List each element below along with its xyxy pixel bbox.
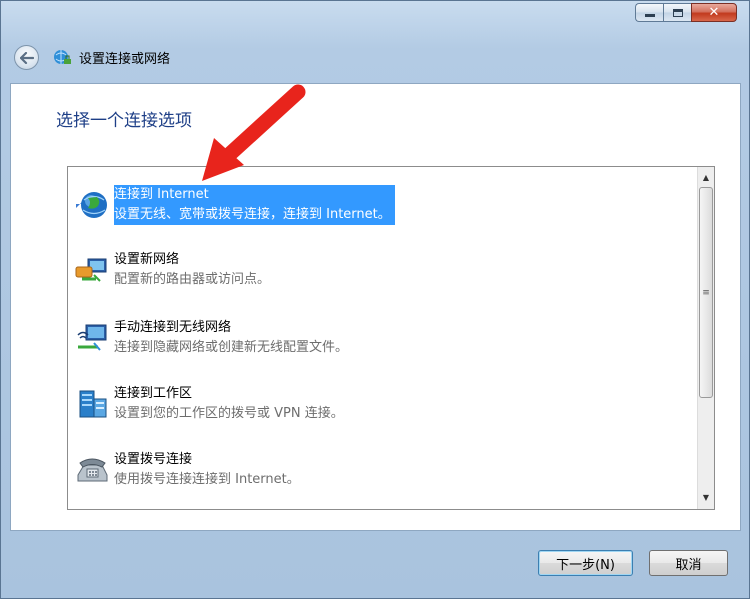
- option-text: 设置拨号连接 使用拨号连接连接到 Internet。: [114, 450, 300, 490]
- dialog-window: ✕ 设置连接或网络 选择一个连接选项 连接到 Internet 设置无线、宽带或…: [0, 0, 750, 599]
- next-button[interactable]: 下一步(N): [538, 550, 633, 576]
- option-text: 连接到 Internet 设置无线、宽带或拨号连接，连接到 Internet。: [114, 185, 395, 225]
- close-button[interactable]: ✕: [691, 3, 737, 22]
- scroll-grip-icon: ≡: [702, 287, 710, 298]
- option-description: 设置无线、宽带或拨号连接，连接到 Internet。: [114, 207, 391, 222]
- globe-icon: [76, 192, 107, 218]
- phone-icon: [77, 458, 108, 482]
- workplace-icon: [79, 390, 107, 418]
- option-title: 设置新网络: [114, 252, 180, 267]
- network-setup-icon: [54, 50, 71, 64]
- option-setup-dialup[interactable]: 设置拨号连接 使用拨号连接连接到 Internet。: [68, 443, 688, 499]
- option-connect-workplace[interactable]: 连接到工作区 设置到您的工作区的拨号或 VPN 连接。: [68, 377, 688, 433]
- option-text: 手动连接到无线网络 连接到隐藏网络或创建新无线配置文件。: [114, 318, 348, 358]
- option-setup-new-network[interactable]: 设置新网络 配置新的路由器或访问点。: [68, 243, 688, 299]
- option-title: 设置拨号连接: [114, 452, 193, 467]
- minimize-button[interactable]: [635, 3, 663, 22]
- option-title: 连接到 Internet: [114, 187, 209, 202]
- connection-options-list[interactable]: 连接到 Internet 设置无线、宽带或拨号连接，连接到 Internet。 …: [67, 166, 715, 510]
- option-description: 使用拨号连接连接到 Internet。: [114, 472, 300, 487]
- caption-buttons: ✕: [635, 3, 737, 22]
- maximize-button[interactable]: [663, 3, 691, 22]
- option-connect-internet[interactable]: 连接到 Internet 设置无线、宽带或拨号连接，连接到 Internet。: [68, 178, 688, 234]
- page-heading: 选择一个连接选项: [56, 111, 192, 131]
- vertical-scrollbar[interactable]: ▲ ≡ ▼: [697, 167, 714, 509]
- option-manual-wireless[interactable]: 手动连接到无线网络 连接到隐藏网络或创建新无线配置文件。: [68, 311, 688, 367]
- router-icon: [75, 258, 107, 282]
- minimize-icon: [644, 14, 655, 17]
- back-arrow-icon: [19, 51, 34, 64]
- option-description: 连接到隐藏网络或创建新无线配置文件。: [114, 340, 349, 355]
- dialog-footer: 下一步(N) 取消: [1, 533, 750, 593]
- wireless-network-icon: [77, 324, 107, 351]
- navigation-bar: 设置连接或网络: [1, 39, 750, 83]
- maximize-icon: [672, 8, 683, 17]
- option-title: 连接到工作区: [114, 386, 193, 401]
- close-icon: ✕: [708, 5, 720, 20]
- content-area: 选择一个连接选项 连接到 Internet 设置无线、宽带或拨号连接，连接到 I…: [10, 83, 741, 531]
- scroll-up-arrow[interactable]: ▲: [698, 169, 714, 186]
- option-description: 配置新的路由器或访问点。: [114, 272, 271, 287]
- scroll-down-arrow[interactable]: ▼: [698, 489, 714, 506]
- window-title: 设置连接或网络: [79, 52, 171, 67]
- option-text: 设置新网络 配置新的路由器或访问点。: [114, 250, 270, 290]
- scroll-thumb[interactable]: ≡: [699, 187, 713, 398]
- cancel-button[interactable]: 取消: [649, 550, 728, 576]
- back-button[interactable]: [14, 45, 39, 70]
- option-title: 手动连接到无线网络: [114, 320, 232, 335]
- option-description: 设置到您的工作区的拨号或 VPN 连接。: [114, 406, 344, 421]
- option-text: 连接到工作区 设置到您的工作区的拨号或 VPN 连接。: [114, 384, 344, 424]
